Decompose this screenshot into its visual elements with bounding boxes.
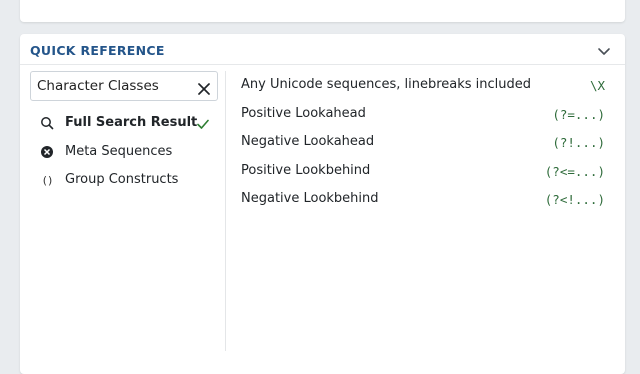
previous-panel-card (20, 0, 625, 22)
checkmark-icon (196, 116, 210, 130)
category-group-constructs[interactable]: () Group Constructs (30, 168, 218, 197)
reference-description: Negative Lookahead (241, 134, 375, 149)
parentheses-icon: () (41, 173, 53, 187)
reference-token: (?<=...) (544, 163, 605, 179)
category-label: Meta Sequences (65, 143, 173, 159)
reference-row[interactable]: Positive Lookbehind (?<=...) (241, 162, 605, 191)
reference-token: (?<!...) (544, 192, 605, 207)
meta-sequence-icon (40, 145, 54, 159)
reference-token: (?!...) (552, 135, 605, 150)
reference-description: Positive Lookahead (241, 105, 366, 121)
reference-token: \X (589, 78, 605, 93)
reference-description: Any Unicode sequences, linebreaks includ… (241, 77, 532, 92)
reference-description: Negative Lookbehind (241, 191, 379, 206)
chevron-down-icon[interactable] (597, 43, 611, 55)
reference-row[interactable]: Negative Lookahead (?!...) (241, 133, 605, 162)
search-field[interactable] (30, 71, 218, 101)
reference-row[interactable]: Negative Lookbehind (?<!...) (241, 190, 605, 219)
reference-list: Any Unicode sequences, linebreaks includ… (241, 76, 605, 219)
column-divider (225, 71, 226, 351)
reference-token: (?=...) (552, 106, 605, 122)
reference-row[interactable]: Positive Lookahead (?=...) (241, 105, 605, 134)
close-icon[interactable] (198, 80, 210, 95)
category-meta-sequences[interactable]: Meta Sequences (30, 140, 218, 169)
search-input[interactable] (37, 76, 187, 96)
panel-title: QUICK REFERENCE (30, 43, 165, 58)
reference-row[interactable]: Any Unicode sequences, linebreaks includ… (241, 76, 605, 105)
search-icon (40, 116, 54, 130)
reference-description: Positive Lookbehind (241, 162, 371, 178)
category-label: Group Constructs (65, 172, 179, 187)
panel-header[interactable]: QUICK REFERENCE (20, 34, 625, 65)
category-full-search-result[interactable]: Full Search Result (30, 111, 218, 140)
quick-reference-panel: QUICK REFERENCE Full Search Result (20, 34, 625, 374)
category-label: Full Search Result (65, 115, 198, 130)
category-list: Full Search Result Meta Sequences () Gro… (30, 111, 218, 197)
